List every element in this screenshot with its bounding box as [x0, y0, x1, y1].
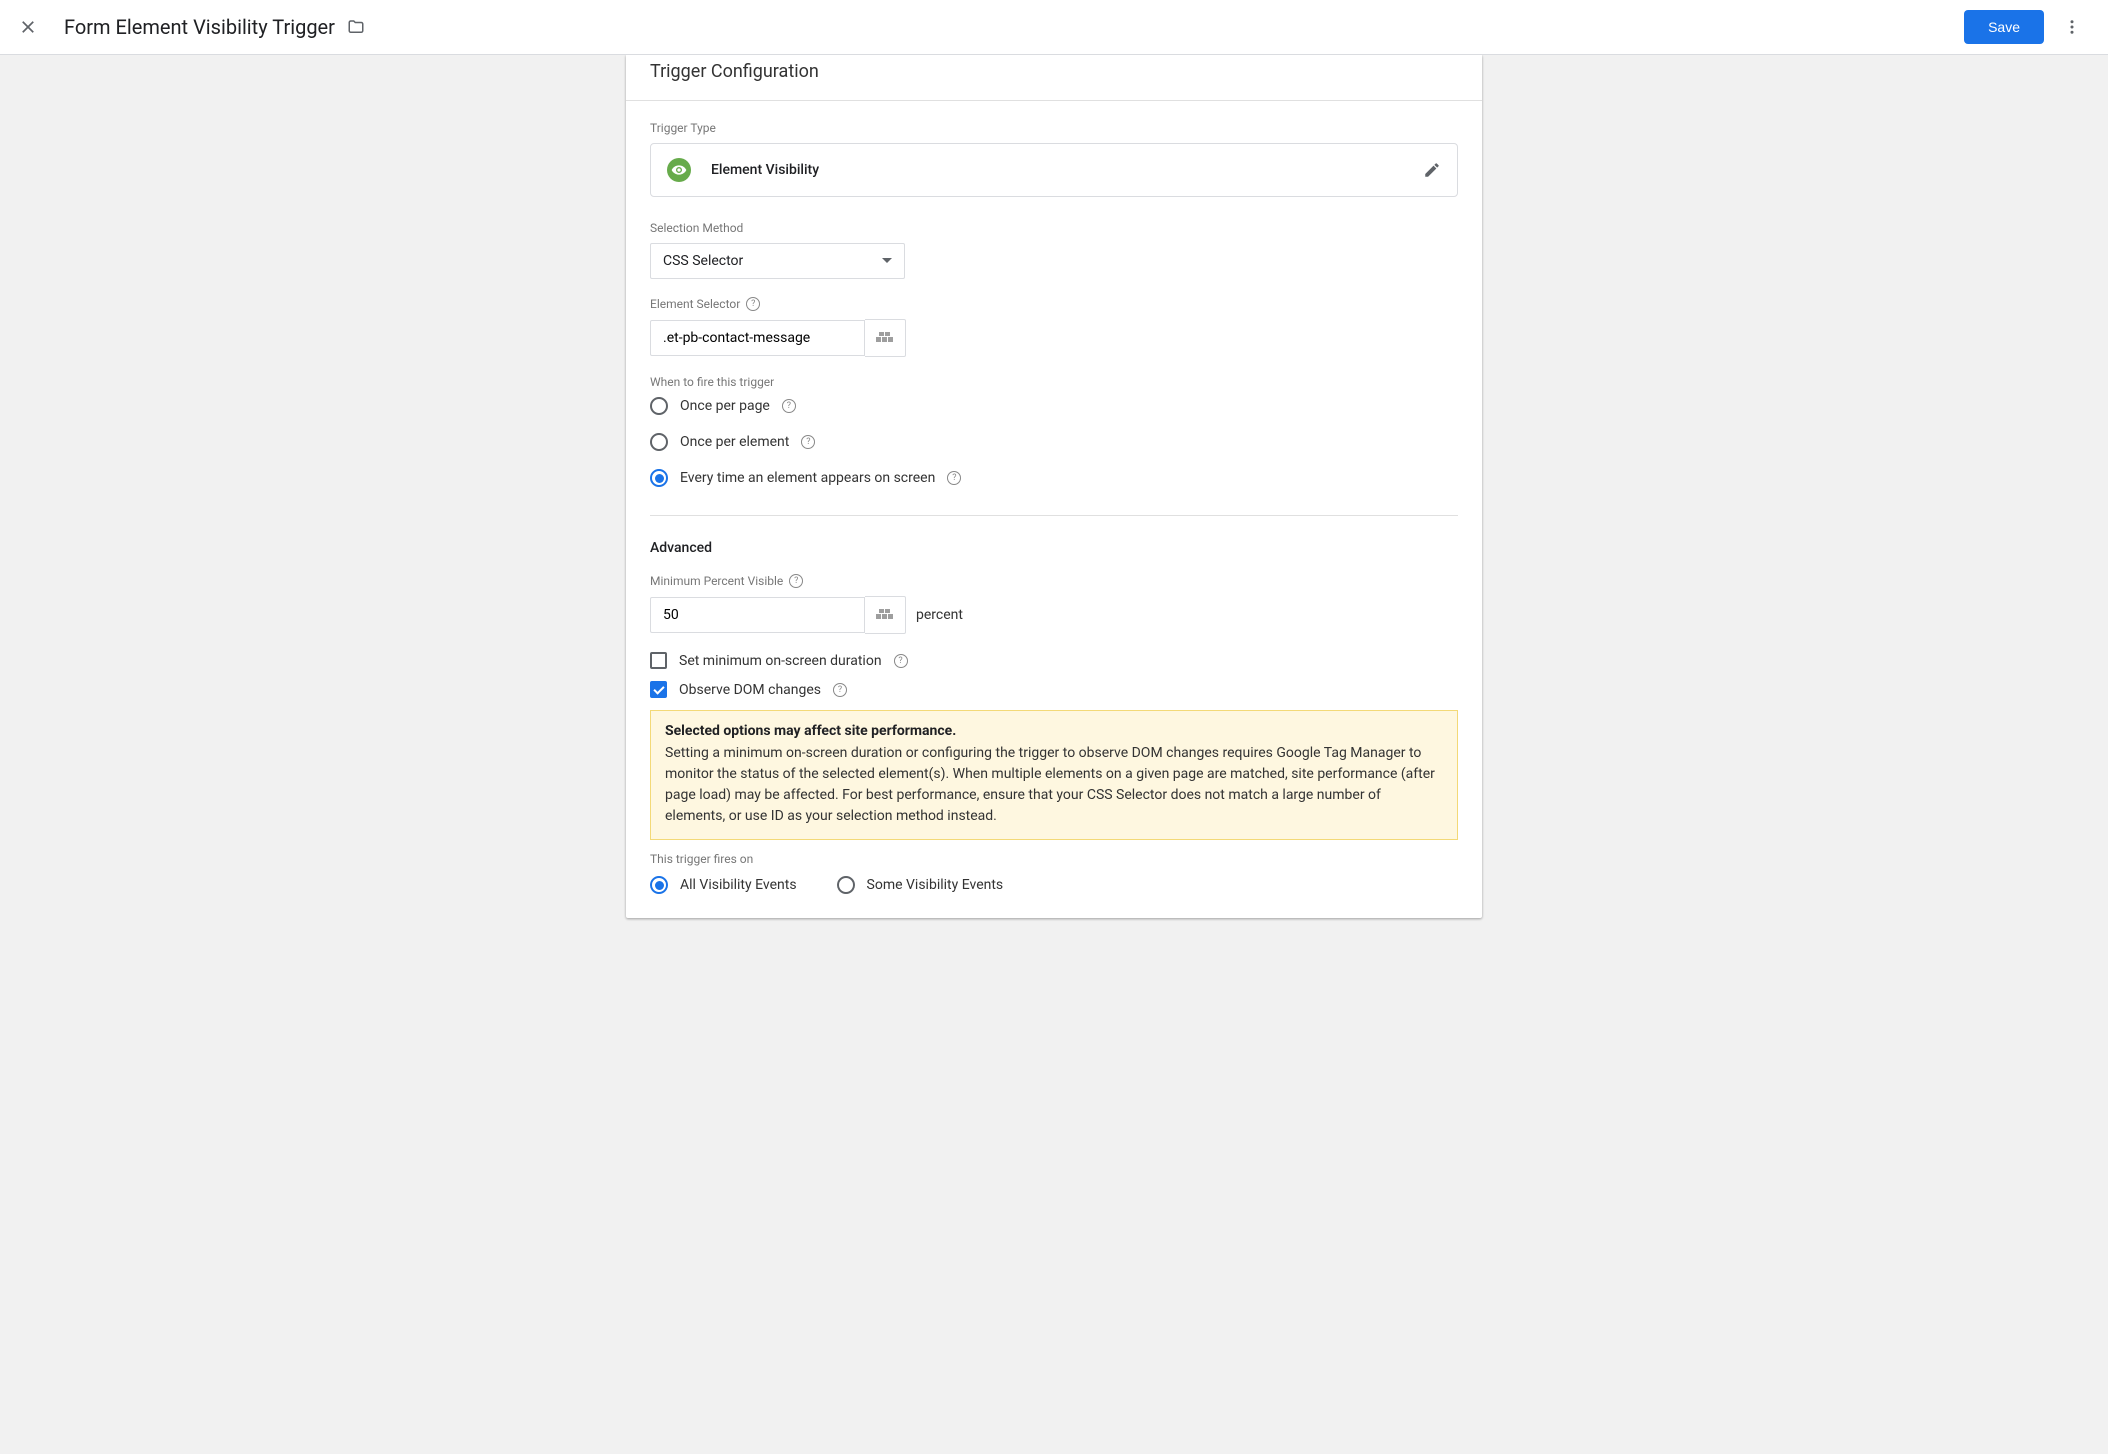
- warning-text: Setting a minimum on-screen duration or …: [665, 743, 1443, 827]
- when-fire-label: When to fire this trigger: [650, 375, 1458, 389]
- divider: [650, 515, 1458, 516]
- min-percent-group: percent: [650, 596, 1458, 634]
- help-icon[interactable]: ?: [801, 435, 815, 449]
- help-icon[interactable]: ?: [789, 574, 803, 588]
- variable-picker-button[interactable]: [865, 596, 906, 634]
- when-fire-radio-group: Once per page ? Once per element ? Every…: [650, 397, 1458, 487]
- radio-input[interactable]: [650, 433, 668, 451]
- folder-icon[interactable]: [347, 18, 365, 36]
- card-body: Trigger Type Element Visibility Selectio…: [626, 101, 1482, 918]
- min-percent-label: Minimum Percent Visible ?: [650, 574, 1458, 588]
- help-icon[interactable]: ?: [894, 654, 908, 668]
- help-icon[interactable]: ?: [746, 297, 760, 311]
- content-wrapper: Trigger Configuration Trigger Type Eleme…: [0, 55, 2108, 958]
- card-header: Trigger Configuration: [626, 55, 1482, 101]
- element-selector-label: Element Selector ?: [650, 297, 1458, 311]
- save-button[interactable]: Save: [1964, 10, 2044, 44]
- help-icon[interactable]: ?: [782, 399, 796, 413]
- radio-input[interactable]: [650, 876, 668, 894]
- close-button[interactable]: [16, 15, 40, 39]
- selection-method-label: Selection Method: [650, 221, 1458, 235]
- trigger-type-selector[interactable]: Element Visibility: [650, 143, 1458, 197]
- radio-input[interactable]: [837, 876, 855, 894]
- percent-unit: percent: [916, 607, 963, 623]
- checkbox-min-duration-row[interactable]: Set minimum on-screen duration ?: [650, 652, 1458, 669]
- config-card: Trigger Configuration Trigger Type Eleme…: [626, 55, 1482, 918]
- performance-warning: Selected options may affect site perform…: [650, 710, 1458, 840]
- fires-on-label: This trigger fires on: [650, 852, 1458, 866]
- radio-some-events[interactable]: Some Visibility Events: [837, 876, 1004, 894]
- pencil-icon: [1423, 161, 1441, 179]
- radio-once-per-element[interactable]: Once per element ?: [650, 433, 1458, 451]
- selection-method-value: CSS Selector: [663, 253, 743, 269]
- selection-method-select[interactable]: CSS Selector: [650, 243, 905, 279]
- page-title: Form Element Visibility Trigger: [64, 15, 335, 39]
- checkbox-min-duration[interactable]: [650, 652, 667, 669]
- header-right: Save: [1964, 7, 2092, 47]
- brick-icon: [876, 609, 894, 621]
- element-selector-input[interactable]: [650, 320, 865, 356]
- min-percent-input[interactable]: [650, 597, 865, 633]
- edit-button[interactable]: [1423, 161, 1441, 179]
- trigger-type-label: Trigger Type: [650, 121, 1458, 135]
- help-icon[interactable]: ?: [947, 471, 961, 485]
- warning-title: Selected options may affect site perform…: [665, 723, 1443, 739]
- chevron-down-icon: [882, 256, 892, 266]
- advanced-title: Advanced: [650, 540, 1458, 556]
- trigger-type-name: Element Visibility: [711, 162, 819, 178]
- radio-all-events[interactable]: All Visibility Events: [650, 876, 797, 894]
- brick-icon: [876, 332, 894, 344]
- element-selector-group: [650, 319, 1458, 357]
- checkbox-observe-dom-row[interactable]: Observe DOM changes ?: [650, 681, 1458, 698]
- more-vert-icon: [2063, 18, 2081, 36]
- radio-input[interactable]: [650, 469, 668, 487]
- more-menu-button[interactable]: [2052, 7, 2092, 47]
- variable-picker-button[interactable]: [865, 319, 906, 357]
- header-bar: Form Element Visibility Trigger Save: [0, 0, 2108, 55]
- radio-every-time[interactable]: Every time an element appears on screen …: [650, 469, 1458, 487]
- fires-on-radio-group: All Visibility Events Some Visibility Ev…: [650, 876, 1458, 894]
- radio-once-per-page[interactable]: Once per page ?: [650, 397, 1458, 415]
- radio-input[interactable]: [650, 397, 668, 415]
- close-icon: [19, 18, 37, 36]
- help-icon[interactable]: ?: [833, 683, 847, 697]
- checkbox-observe-dom[interactable]: [650, 681, 667, 698]
- visibility-icon: [667, 158, 691, 182]
